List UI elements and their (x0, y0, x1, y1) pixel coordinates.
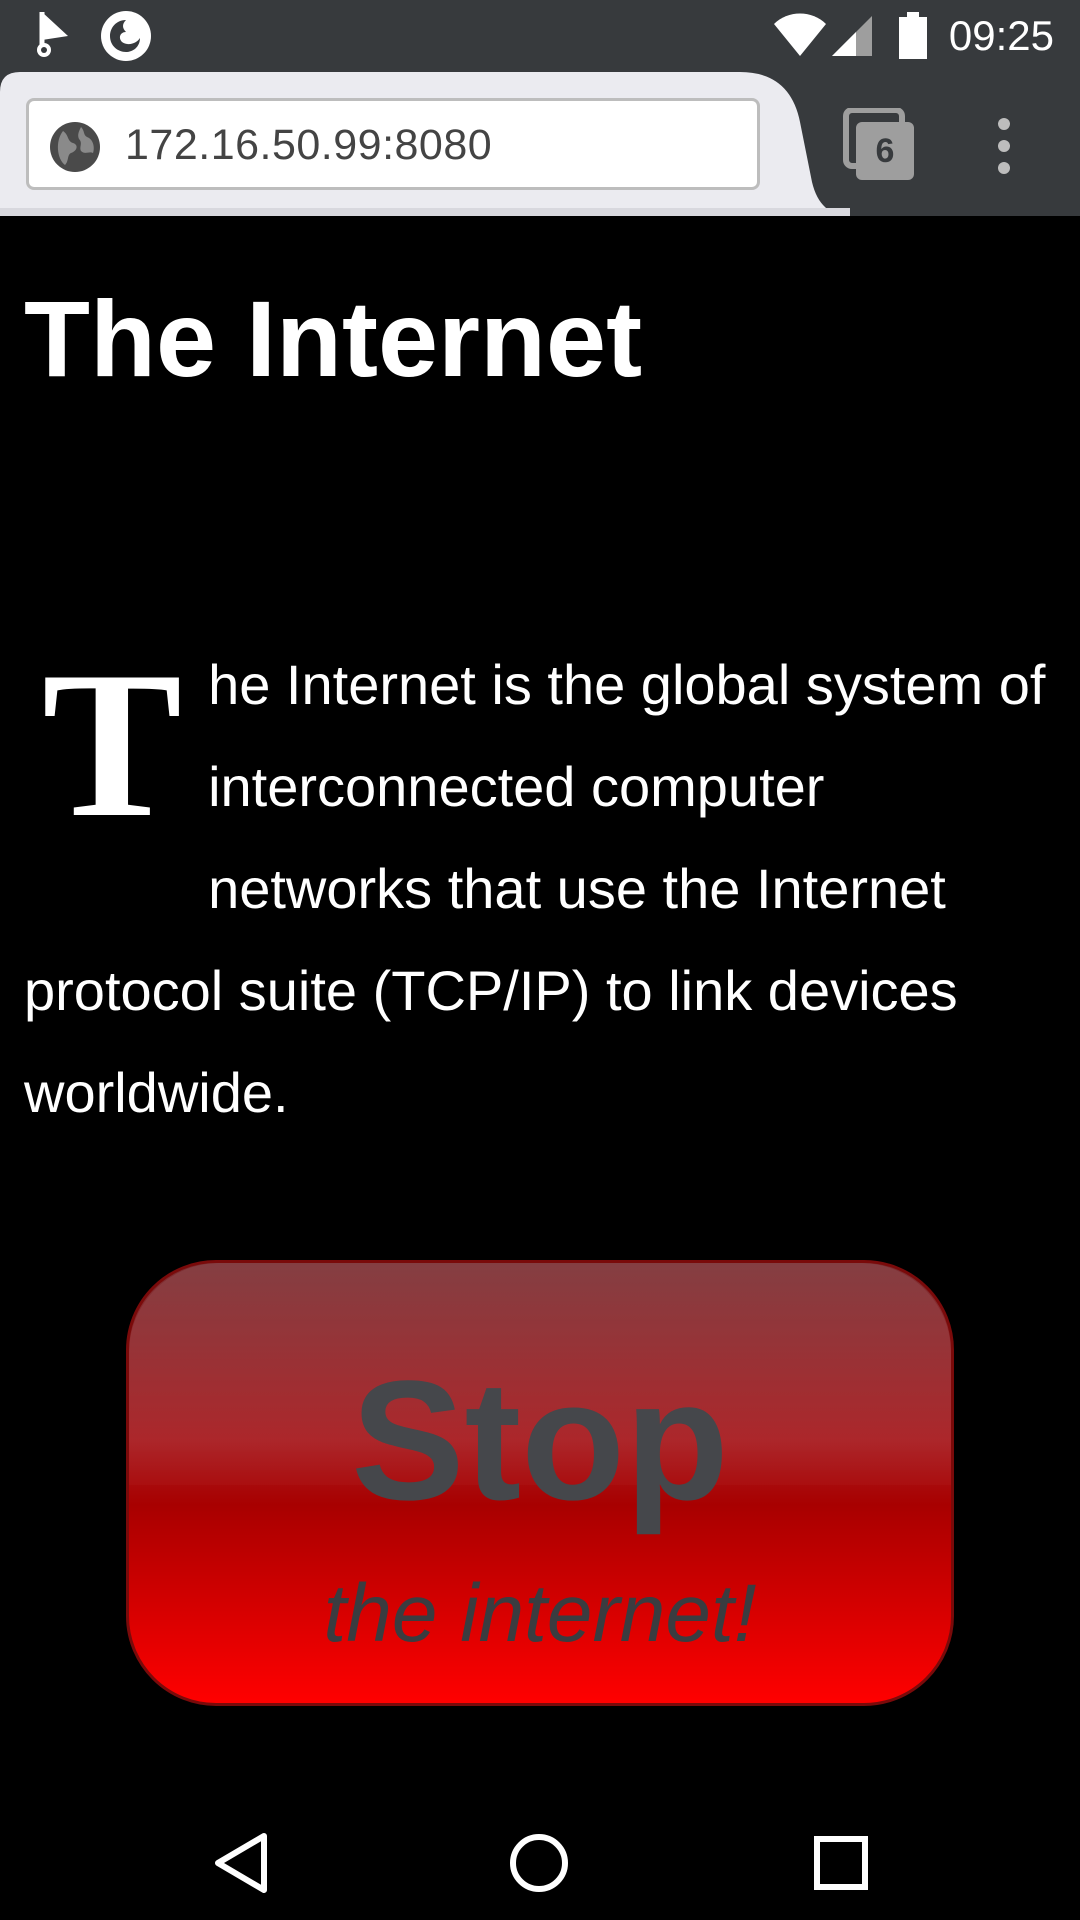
button-subtitle: the internet! (323, 1568, 757, 1659)
status-time: 09:25 (948, 12, 1054, 59)
battery-icon (898, 12, 928, 65)
back-button[interactable] (206, 1828, 276, 1898)
tab-count: 6 (875, 132, 895, 170)
browser-toolbar: 172.16.50.99:8080 6 (0, 72, 1080, 216)
wifi-icon (772, 12, 828, 63)
overflow-menu-icon (998, 118, 1010, 174)
intro-paragraph: The Internet is the global system of int… (24, 634, 1064, 1144)
status-bar: 09:25 (0, 0, 1080, 72)
home-icon (510, 1834, 568, 1892)
recents-icon (814, 1836, 868, 1890)
cell-signal-icon (830, 14, 874, 63)
globe-icon (49, 121, 101, 178)
firefox-icon (98, 8, 154, 69)
url-bar[interactable]: 172.16.50.99:8080 (26, 98, 760, 190)
stop-internet-button[interactable]: Stop the internet! (126, 1260, 954, 1706)
page-heading: The Internet (24, 278, 643, 399)
location-flag-icon (34, 10, 74, 63)
android-nav-bar (0, 1800, 1080, 1920)
recents-button[interactable] (806, 1828, 876, 1898)
drop-cap: T (42, 629, 183, 861)
back-icon (215, 1833, 267, 1893)
overflow-menu-button[interactable] (984, 116, 1024, 176)
url-text: 172.16.50.99:8080 (125, 121, 493, 169)
tabs-button[interactable]: 6 (838, 107, 918, 188)
button-title: Stop (351, 1346, 729, 1536)
home-button[interactable] (504, 1828, 574, 1898)
web-content: The Internet The Internet is the global … (0, 216, 1080, 1800)
